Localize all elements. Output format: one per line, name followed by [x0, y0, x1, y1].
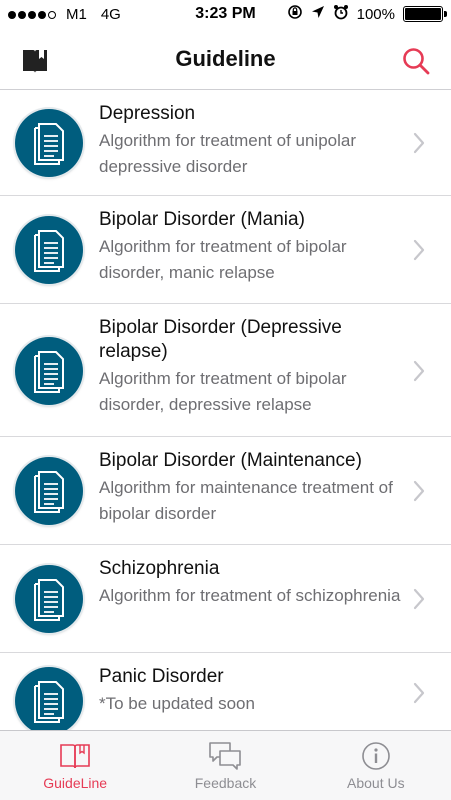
chevron-right-icon — [409, 235, 429, 265]
tab-label: GuideLine — [43, 775, 108, 791]
list-item-text: Panic Disorder *To be updated soon — [99, 665, 401, 717]
app-screen: M1 4G 3:23 PM 100% Guideline Depression … — [0, 0, 451, 800]
list-item-text: Bipolar Disorder (Maintenance) Algorithm … — [99, 449, 401, 527]
list-item[interactable]: Bipolar Disorder (Depressive relapse) Alg… — [0, 304, 451, 437]
battery-icon — [403, 6, 447, 22]
list-item-subtitle: Algorithm for treatment of unipolar depr… — [99, 131, 357, 176]
list-item-subtitle: Algorithm for treatment of schizophrenia — [99, 586, 401, 605]
status-bar: M1 4G 3:23 PM 100% — [0, 0, 451, 30]
navigation-bar: Guideline — [0, 30, 451, 90]
battery-level-fill — [405, 8, 441, 20]
info-icon — [359, 741, 393, 771]
list-item-title: Schizophrenia — [99, 558, 220, 579]
chevron-right-icon — [409, 584, 429, 614]
list-item-subtitle: Algorithm for maintenance treatment of b… — [99, 478, 393, 523]
list-item-title: Panic Disorder — [99, 666, 224, 687]
document-icon — [15, 337, 83, 405]
list-item-subtitle: Algorithm for treatment of bipolar disor… — [99, 369, 347, 414]
list-item-text: Bipolar Disorder (Depressive relapse) Alg… — [99, 316, 401, 418]
alarm-clock-icon — [333, 4, 349, 24]
document-icon — [15, 216, 83, 284]
guideline-list: Depression Algorithm for treatment of uni… — [0, 90, 451, 730]
document-icon — [15, 667, 83, 730]
chevron-right-icon — [409, 356, 429, 386]
search-icon[interactable] — [399, 44, 433, 78]
rotation-lock-icon — [287, 4, 303, 24]
list-item-title: Bipolar Disorder (Maintenance) — [99, 450, 362, 471]
list-item-title: Bipolar Disorder (Mania) — [99, 209, 305, 230]
chevron-right-icon — [409, 678, 429, 708]
tab-label: About Us — [347, 775, 405, 791]
tab-about-us[interactable]: About Us — [301, 731, 451, 800]
status-right: 100% — [287, 4, 447, 24]
document-icon — [15, 109, 83, 177]
list-item[interactable]: Schizophrenia Algorithm for treatment of … — [0, 545, 451, 653]
document-icon — [15, 457, 83, 525]
location-arrow-icon — [311, 5, 325, 23]
list-item-title: Depression — [99, 103, 196, 124]
list-item[interactable]: Bipolar Disorder (Mania) Algorithm for tr… — [0, 196, 451, 304]
chevron-right-icon — [409, 476, 429, 506]
tab-label: Feedback — [194, 775, 257, 791]
list-item[interactable]: Bipolar Disorder (Maintenance) Algorithm … — [0, 437, 451, 545]
book-icon — [58, 741, 92, 771]
list-item-text: Schizophrenia Algorithm for treatment of … — [99, 557, 401, 609]
tab-guideline[interactable]: GuideLine — [0, 731, 150, 800]
list-item[interactable]: Depression Algorithm for treatment of uni… — [0, 90, 451, 196]
list-item-text: Depression Algorithm for treatment of uni… — [99, 102, 401, 180]
list-item-title: Bipolar Disorder (Depressive relapse) — [99, 317, 342, 362]
battery-percent: 100% — [356, 5, 395, 23]
tab-feedback[interactable]: Feedback — [150, 731, 300, 800]
tab-bar: GuideLine Feedback About Us — [0, 730, 451, 800]
list-item-subtitle: *To be updated soon — [99, 694, 255, 713]
chat-bubbles-icon — [208, 741, 242, 771]
page-title: Guideline — [175, 46, 276, 71]
list-item-subtitle: Algorithm for treatment of bipolar disor… — [99, 237, 347, 282]
list-item-text: Bipolar Disorder (Mania) Algorithm for tr… — [99, 208, 401, 286]
list-item[interactable]: Panic Disorder *To be updated soon — [0, 653, 451, 730]
chevron-right-icon — [409, 128, 429, 158]
document-icon — [15, 565, 83, 633]
